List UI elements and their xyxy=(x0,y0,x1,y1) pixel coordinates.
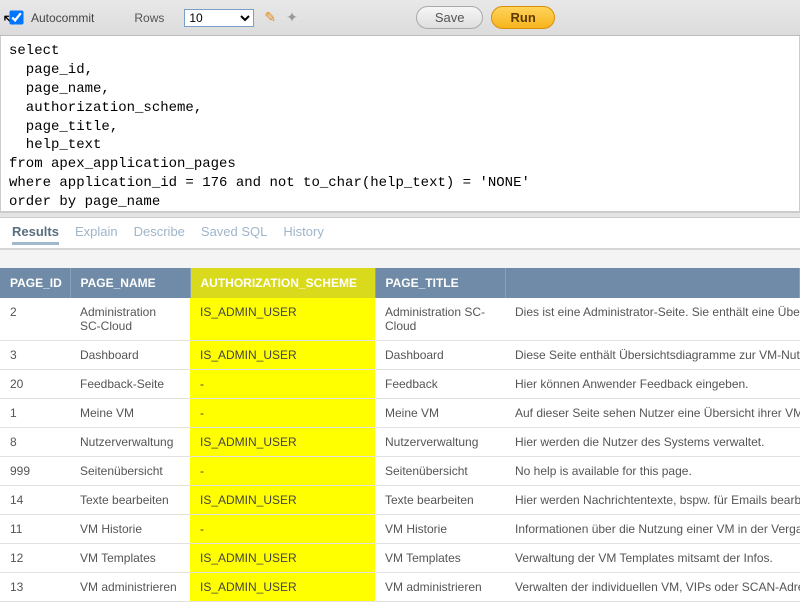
cell-page-id: 2 xyxy=(0,298,70,341)
col-auth-scheme[interactable]: AUTHORIZATION_SCHEME xyxy=(190,268,375,298)
table-row[interactable]: 11VM Historie-VM HistorieInformationen ü… xyxy=(0,515,800,544)
cell-page-id: 13 xyxy=(0,573,70,602)
col-page-name[interactable]: PAGE_NAME xyxy=(70,268,190,298)
tab-saved-sql[interactable]: Saved SQL xyxy=(201,224,268,245)
cell-page-name: Texte bearbeiten xyxy=(70,486,190,515)
cell-auth-scheme: - xyxy=(190,515,375,544)
cell-page-title: Texte bearbeiten xyxy=(375,486,505,515)
cell-page-name: VM administrieren xyxy=(70,573,190,602)
cell-help-text: Diese Seite enthält Übersichtsdiagramme … xyxy=(505,341,800,370)
wand-icon[interactable]: ✦ xyxy=(286,9,298,26)
results-table: PAGE_ID PAGE_NAME AUTHORIZATION_SCHEME P… xyxy=(0,268,800,602)
cell-auth-scheme: IS_ADMIN_USER xyxy=(190,298,375,341)
col-help-text[interactable] xyxy=(505,268,800,298)
col-page-id[interactable]: PAGE_ID xyxy=(0,268,70,298)
cell-page-id: 20 xyxy=(0,370,70,399)
cell-page-title: Meine VM xyxy=(375,399,505,428)
sql-editor[interactable]: select page_id, page_name, authorization… xyxy=(0,36,800,212)
cell-page-name: Meine VM xyxy=(70,399,190,428)
pencil-icon[interactable]: ✎ xyxy=(264,9,276,26)
cell-auth-scheme: IS_ADMIN_USER xyxy=(190,544,375,573)
cell-page-title: Feedback xyxy=(375,370,505,399)
run-button[interactable]: Run xyxy=(491,6,554,29)
tab-describe[interactable]: Describe xyxy=(134,224,185,245)
cell-auth-scheme: IS_ADMIN_USER xyxy=(190,428,375,457)
cell-help-text: Dies ist eine Administrator-Seite. Sie e… xyxy=(505,298,800,341)
cell-page-id: 11 xyxy=(0,515,70,544)
cell-page-name: Feedback-Seite xyxy=(70,370,190,399)
cell-page-title: Administration SC-Cloud xyxy=(375,298,505,341)
cell-help-text: Informationen über die Nutzung einer VM … xyxy=(505,515,800,544)
table-row[interactable]: 1Meine VM-Meine VMAuf dieser Seite sehen… xyxy=(0,399,800,428)
cell-page-title: Dashboard xyxy=(375,341,505,370)
table-row[interactable]: 13VM administrierenIS_ADMIN_USERVM admin… xyxy=(0,573,800,602)
autocommit-label: Autocommit xyxy=(31,11,94,25)
rows-select[interactable]: 10 xyxy=(184,9,254,27)
cell-page-id: 14 xyxy=(0,486,70,515)
tab-explain[interactable]: Explain xyxy=(75,224,118,245)
cell-page-name: Dashboard xyxy=(70,341,190,370)
cell-help-text: Hier können Anwender Feedback eingeben. xyxy=(505,370,800,399)
col-page-title[interactable]: PAGE_TITLE xyxy=(375,268,505,298)
cell-page-id: 3 xyxy=(0,341,70,370)
table-row[interactable]: 8NutzerverwaltungIS_ADMIN_USERNutzerverw… xyxy=(0,428,800,457)
tabs: Results Explain Describe Saved SQL Histo… xyxy=(0,218,800,250)
cell-page-title: VM administrieren xyxy=(375,573,505,602)
rows-label: Rows xyxy=(134,11,164,25)
cell-page-name: VM Historie xyxy=(70,515,190,544)
cell-page-name: Administration SC-Cloud xyxy=(70,298,190,341)
cell-auth-scheme: IS_ADMIN_USER xyxy=(190,341,375,370)
cell-auth-scheme: - xyxy=(190,399,375,428)
table-row[interactable]: 14Texte bearbeitenIS_ADMIN_USERTexte bea… xyxy=(0,486,800,515)
cell-help-text: Verwalten der individuellen VM, VIPs ode… xyxy=(505,573,800,602)
cell-page-name: Seitenübersicht xyxy=(70,457,190,486)
table-row[interactable]: 3DashboardIS_ADMIN_USERDashboardDiese Se… xyxy=(0,341,800,370)
cell-page-title: Nutzerverwaltung xyxy=(375,428,505,457)
table-row[interactable]: 999Seitenübersicht-SeitenübersichtNo hel… xyxy=(0,457,800,486)
cell-page-id: 1 xyxy=(0,399,70,428)
cell-page-title: Seitenübersicht xyxy=(375,457,505,486)
cell-page-id: 999 xyxy=(0,457,70,486)
table-row[interactable]: 2Administration SC-CloudIS_ADMIN_USERAdm… xyxy=(0,298,800,341)
spacer xyxy=(0,250,800,268)
autocommit-checkbox[interactable] xyxy=(9,10,23,24)
tab-results[interactable]: Results xyxy=(12,224,59,245)
toolbar: Autocommit Rows 10 ✎ ✦ Save Run xyxy=(0,0,800,36)
cell-page-name: VM Templates xyxy=(70,544,190,573)
cell-auth-scheme: - xyxy=(190,370,375,399)
cell-page-name: Nutzerverwaltung xyxy=(70,428,190,457)
cell-page-title: VM Templates xyxy=(375,544,505,573)
table-header: PAGE_ID PAGE_NAME AUTHORIZATION_SCHEME P… xyxy=(0,268,800,298)
cell-help-text: No help is available for this page. xyxy=(505,457,800,486)
table-row[interactable]: 12VM TemplatesIS_ADMIN_USERVM TemplatesV… xyxy=(0,544,800,573)
cell-help-text: Verwaltung der VM Templates mitsamt der … xyxy=(505,544,800,573)
cell-help-text: Hier werden Nachrichtentexte, bspw. für … xyxy=(505,486,800,515)
cell-auth-scheme: IS_ADMIN_USER xyxy=(190,573,375,602)
cell-page-title: VM Historie xyxy=(375,515,505,544)
cell-auth-scheme: - xyxy=(190,457,375,486)
cell-help-text: Hier werden die Nutzer des Systems verwa… xyxy=(505,428,800,457)
cell-auth-scheme: IS_ADMIN_USER xyxy=(190,486,375,515)
cell-help-text: Auf dieser Seite sehen Nutzer eine Übers… xyxy=(505,399,800,428)
save-button[interactable]: Save xyxy=(416,6,484,29)
cell-page-id: 12 xyxy=(0,544,70,573)
tab-history[interactable]: History xyxy=(283,224,323,245)
cell-page-id: 8 xyxy=(0,428,70,457)
table-row[interactable]: 20Feedback-Seite-FeedbackHier können Anw… xyxy=(0,370,800,399)
